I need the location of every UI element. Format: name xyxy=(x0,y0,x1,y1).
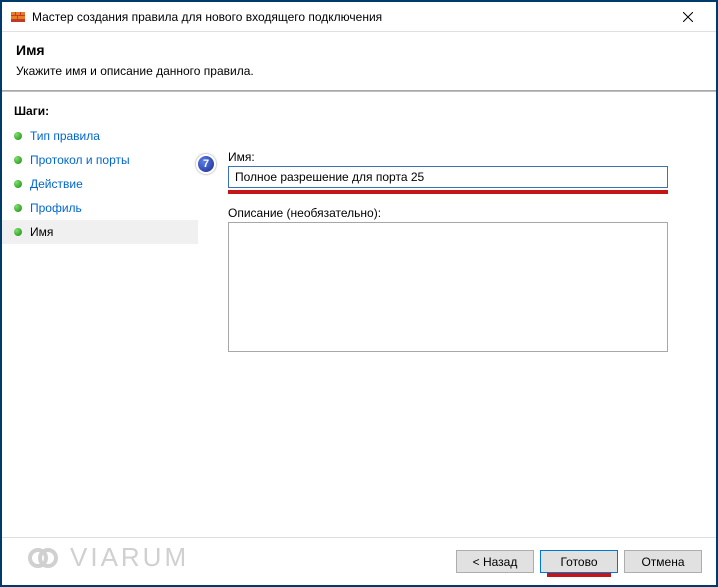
close-icon xyxy=(683,9,693,25)
window-title: Мастер создания правила для нового входя… xyxy=(32,10,668,24)
name-input[interactable] xyxy=(228,166,668,188)
header-area: Имя Укажите имя и описание данного прави… xyxy=(2,32,716,90)
step-profile[interactable]: Профиль xyxy=(2,196,198,220)
highlight-underline xyxy=(228,190,668,194)
body: Шаги: Тип правила Протокол и порты Дейст… xyxy=(2,92,716,537)
bullet-icon xyxy=(14,132,22,140)
step-protocol-ports[interactable]: Протокол и порты xyxy=(2,148,198,172)
page-description: Укажите имя и описание данного правила. xyxy=(16,64,702,78)
step-label: Протокол и порты xyxy=(30,153,130,167)
bullet-icon xyxy=(14,228,22,236)
bullet-icon xyxy=(14,204,22,212)
step-rule-type[interactable]: Тип правила xyxy=(2,124,198,148)
description-textarea[interactable] xyxy=(228,222,668,352)
annotation-badge: 7 xyxy=(196,154,216,174)
titlebar: Мастер создания правила для нового входя… xyxy=(2,2,716,32)
description-label: Описание (необязательно): xyxy=(228,206,688,220)
finish-button[interactable]: Готово xyxy=(540,550,618,573)
step-label: Имя xyxy=(30,225,53,239)
steps-sidebar: Шаги: Тип правила Протокол и порты Дейст… xyxy=(2,92,198,537)
step-label: Тип правила xyxy=(30,129,100,143)
bullet-icon xyxy=(14,156,22,164)
page-title: Имя xyxy=(16,42,702,58)
back-button[interactable]: < Назад xyxy=(456,550,534,573)
cancel-button[interactable]: Отмена xyxy=(624,550,702,573)
firewall-icon xyxy=(10,9,26,25)
close-button[interactable] xyxy=(668,3,708,31)
footer: < Назад Готово Отмена xyxy=(2,537,716,585)
step-label: Профиль xyxy=(30,201,82,215)
step-label: Действие xyxy=(30,177,83,191)
step-name[interactable]: Имя xyxy=(2,220,198,244)
steps-heading: Шаги: xyxy=(2,100,198,124)
main-panel: 7 Имя: Описание (необязательно): xyxy=(198,92,716,537)
wizard-window: Мастер создания правила для нового входя… xyxy=(0,0,718,587)
step-action[interactable]: Действие xyxy=(2,172,198,196)
bullet-icon xyxy=(14,180,22,188)
name-label: Имя: xyxy=(228,150,688,164)
